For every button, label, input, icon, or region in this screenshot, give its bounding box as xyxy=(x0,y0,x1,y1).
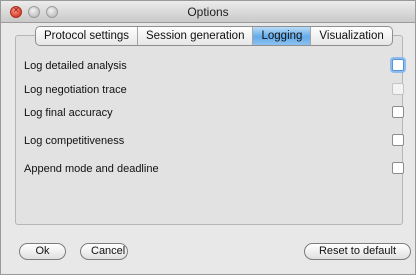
log-final-accuracy-label: Log final accuracy xyxy=(24,107,113,119)
log-competitiveness-label: Log competitiveness xyxy=(24,135,125,147)
tab-visualization[interactable]: Visualization xyxy=(311,27,391,45)
tab-logging[interactable]: Logging xyxy=(253,27,312,45)
option-row-log-final-accuracy: Log final accuracy xyxy=(24,106,406,122)
options-window: × Options Protocol settings Session gene… xyxy=(0,0,416,275)
option-row-log-negotiation-trace: Log negotiation trace xyxy=(24,83,406,99)
title-bar[interactable]: × Options xyxy=(1,1,415,23)
option-row-log-competitiveness: Log competitiveness xyxy=(24,134,406,150)
append-mode-and-deadline-label: Append mode and deadline xyxy=(24,163,159,175)
ok-button[interactable]: Ok xyxy=(19,243,66,260)
log-detailed-analysis-label: Log detailed analysis xyxy=(24,60,127,72)
log-competitiveness-checkbox[interactable] xyxy=(392,134,404,146)
log-final-accuracy-checkbox[interactable] xyxy=(392,106,404,118)
log-negotiation-trace-label: Log negotiation trace xyxy=(24,84,127,96)
tab-session-generation[interactable]: Session generation xyxy=(138,27,254,45)
cancel-button[interactable]: Cancel xyxy=(80,243,128,260)
option-row-log-detailed-analysis: Log detailed analysis xyxy=(24,59,406,75)
tab-bar: Protocol settings Session generation Log… xyxy=(35,26,393,46)
reset-to-default-button[interactable]: Reset to default xyxy=(304,243,411,260)
append-mode-and-deadline-checkbox[interactable] xyxy=(392,162,404,174)
window-title: Options xyxy=(187,5,229,19)
option-row-append-mode-and-deadline: Append mode and deadline xyxy=(24,162,406,178)
tab-protocol-settings[interactable]: Protocol settings xyxy=(36,27,139,45)
log-negotiation-trace-checkbox[interactable] xyxy=(392,83,404,95)
log-detailed-analysis-checkbox[interactable] xyxy=(392,59,404,71)
